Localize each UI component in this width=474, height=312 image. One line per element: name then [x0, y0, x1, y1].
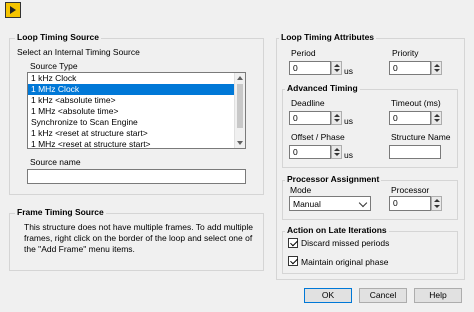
maintain-original-phase-label[interactable]: Maintain original phase — [301, 257, 388, 267]
processor-stepper[interactable] — [431, 196, 442, 211]
offset-phase-unit: us — [344, 150, 353, 160]
title-bar — [0, 0, 474, 22]
cancel-button[interactable]: Cancel — [359, 288, 407, 303]
source-type-item[interactable]: 1 kHz <reset at structure start> — [28, 128, 245, 139]
mode-select[interactable]: Manual — [289, 196, 371, 211]
timeout-input[interactable]: 0 — [389, 111, 431, 125]
offset-phase-input[interactable]: 0 — [289, 145, 331, 159]
deadline-input[interactable]: 0 — [289, 111, 331, 125]
offset-phase-stepper[interactable] — [331, 145, 342, 159]
timeout-label: Timeout (ms) — [391, 98, 441, 108]
discard-missed-periods-checkbox[interactable] — [288, 238, 298, 248]
labview-warning-icon — [5, 2, 21, 18]
source-type-item[interactable]: 1 MHz Clock — [28, 84, 245, 95]
timeout-stepper[interactable] — [431, 111, 442, 125]
discard-missed-periods-label[interactable]: Discard missed periods — [301, 238, 389, 248]
chevron-down-icon — [358, 198, 368, 208]
frame-timing-source-title: Frame Timing Source — [15, 207, 106, 217]
mode-label: Mode — [290, 185, 312, 195]
source-type-item[interactable]: Synchronize to Scan Engine — [28, 117, 245, 128]
source-type-scrollbar[interactable] — [234, 73, 245, 148]
deadline-stepper[interactable] — [331, 111, 342, 125]
offset-phase-label: Offset / Phase — [291, 132, 345, 142]
source-type-label: Source Type — [30, 61, 78, 71]
processor-input[interactable]: 0 — [389, 196, 431, 211]
late-iterations-title: Action on Late Iterations — [285, 225, 389, 235]
priority-input[interactable]: 0 — [389, 61, 431, 75]
maintain-original-phase-checkbox[interactable] — [288, 256, 298, 266]
source-type-list[interactable]: 1 kHz Clock 1 MHz Clock 1 kHz <absolute ti… — [27, 72, 246, 149]
scroll-down-arrow-icon[interactable] — [237, 141, 243, 145]
checkmark-icon — [289, 238, 298, 247]
processor-assignment-title: Processor Assignment — [285, 174, 382, 184]
deadline-unit: us — [344, 116, 353, 126]
source-name-input[interactable] — [27, 169, 246, 184]
period-label: Period — [291, 48, 316, 58]
structure-name-label: Structure Name — [391, 132, 451, 142]
select-source-label: Select an Internal Timing Source — [17, 47, 140, 57]
advanced-timing-title: Advanced Timing — [285, 83, 360, 93]
loop-timing-attributes-title: Loop Timing Attributes — [279, 32, 377, 42]
priority-stepper[interactable] — [431, 61, 442, 75]
source-type-item[interactable]: 1 MHz <reset at structure start> — [28, 139, 245, 148]
source-type-items: 1 kHz Clock 1 MHz Clock 1 kHz <absolute ti… — [28, 73, 245, 148]
source-type-item[interactable]: 1 kHz Clock — [28, 73, 245, 84]
source-type-item[interactable]: 1 kHz <absolute time> — [28, 95, 245, 106]
scroll-up-arrow-icon[interactable] — [237, 76, 243, 80]
source-type-item[interactable]: 1 MHz <absolute time> — [28, 106, 245, 117]
period-unit: us — [344, 66, 353, 76]
deadline-label: Deadline — [291, 98, 325, 108]
help-button[interactable]: Help — [414, 288, 462, 303]
processor-label: Processor — [391, 185, 430, 195]
ok-button[interactable]: OK — [304, 288, 352, 303]
structure-name-input[interactable] — [389, 145, 441, 159]
period-input[interactable]: 0 — [289, 61, 331, 75]
priority-label: Priority — [392, 48, 419, 58]
mode-value: Manual — [293, 199, 321, 209]
loop-timing-source-title: Loop Timing Source — [15, 32, 102, 42]
period-stepper[interactable] — [331, 61, 342, 75]
frame-timing-info-text: This structure does not have multiple fr… — [24, 222, 253, 254]
checkmark-icon — [289, 256, 298, 265]
scroll-thumb[interactable] — [237, 84, 243, 128]
source-name-label: Source name — [30, 157, 81, 167]
